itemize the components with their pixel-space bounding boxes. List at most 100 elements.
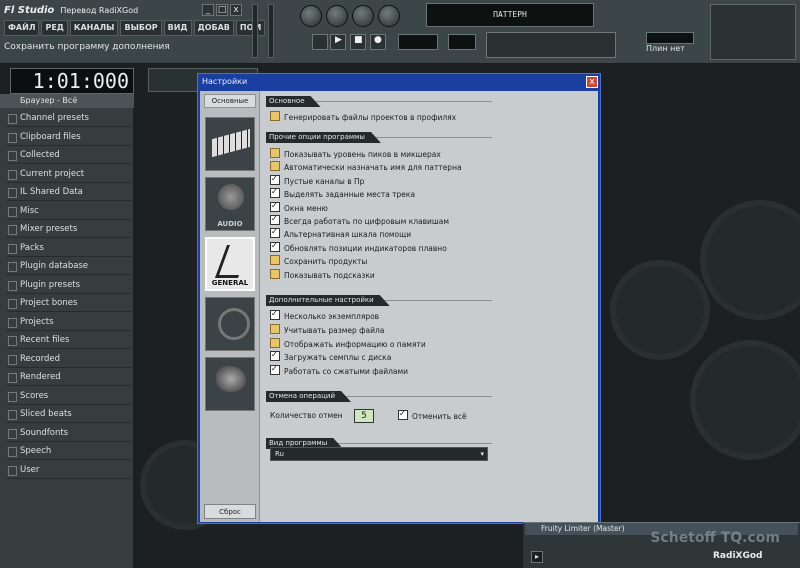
pattern-number-display[interactable] — [448, 34, 476, 50]
tempo-knob[interactable] — [300, 5, 322, 27]
level-knob[interactable] — [352, 5, 374, 27]
browser-item[interactable]: Recorded — [6, 351, 132, 368]
plugin-selector[interactable] — [646, 32, 694, 44]
browser-item[interactable]: Current project — [6, 166, 132, 183]
tempo-display[interactable] — [398, 34, 438, 50]
checkbox[interactable] — [270, 308, 280, 320]
minimize-button[interactable]: _ — [202, 4, 214, 16]
checkbox[interactable] — [270, 337, 280, 348]
record-button[interactable]: ● — [370, 34, 386, 50]
browser-item[interactable]: Rendered — [6, 369, 132, 386]
general-option[interactable]: Генерировать файлы проектов в профилях — [270, 111, 456, 123]
limiter-arrow-button[interactable]: ▸ — [531, 551, 543, 563]
pattern-mode-button[interactable] — [312, 34, 328, 50]
browser-item[interactable]: Plugin presets — [6, 277, 132, 294]
extra-option[interactable]: Загружать семплы с диска — [270, 349, 391, 363]
dialog-close-button[interactable]: x — [586, 76, 598, 88]
browser-item[interactable]: Plugin database — [6, 258, 132, 275]
extra-option[interactable]: Работать со сжатыми файлами — [270, 363, 408, 377]
undo-all-check[interactable] — [398, 408, 408, 420]
misc-option[interactable]: Автоматически назначать имя для паттерна — [270, 161, 462, 173]
browser-item[interactable]: Sliced beats — [6, 406, 132, 423]
menu-edit[interactable]: РЕД — [41, 20, 68, 36]
checkbox[interactable] — [270, 268, 280, 279]
folder-icon — [8, 428, 17, 439]
snap-toolbar[interactable] — [486, 32, 616, 58]
misc-option[interactable]: Сохранить продукты — [270, 255, 367, 267]
browser-item-label: Collected — [20, 150, 60, 160]
extra-option[interactable]: Несколько экземпляров — [270, 308, 379, 322]
browser-item[interactable]: Collected — [6, 147, 132, 164]
extra-option[interactable]: Учитывать размер файла — [270, 323, 384, 336]
browser-item[interactable]: User — [6, 462, 132, 479]
tab-audio[interactable]: AUDIO — [205, 177, 255, 231]
undo-levels-stepper[interactable]: 5 — [354, 409, 374, 423]
song-time-display[interactable]: 1:01:000 — [10, 68, 134, 94]
maximize-button[interactable]: □ — [216, 4, 228, 16]
menu-file[interactable]: ФАЙЛ — [4, 20, 40, 36]
browser-item-label: Recent files — [20, 335, 70, 345]
checkbox[interactable] — [270, 200, 280, 212]
checkbox[interactable] — [270, 255, 280, 266]
checkbox[interactable] — [270, 323, 280, 334]
menu-add[interactable]: ДОБАВ — [193, 20, 234, 36]
menu-view[interactable]: ВИД — [163, 20, 192, 36]
browser-item[interactable]: Clipboard files — [6, 129, 132, 146]
browser-item[interactable]: Speech — [6, 443, 132, 460]
menu-select[interactable]: ВЫБОР — [120, 20, 162, 36]
browser-item-label: Plugin database — [20, 261, 89, 271]
misc-option[interactable]: Обновлять позиции индикаторов плавно — [270, 240, 447, 254]
checkbox[interactable] — [270, 240, 280, 252]
browser-header[interactable]: Браузер - Всё — [0, 94, 134, 108]
folder-icon — [8, 169, 17, 180]
swing-knob[interactable] — [326, 5, 348, 27]
menu-channels[interactable]: КАНАЛЫ — [69, 20, 119, 36]
checkbox[interactable] — [270, 173, 280, 185]
browser-item[interactable]: Channel presets — [6, 110, 132, 127]
undo-all-checkbox[interactable]: Отменить всё — [398, 408, 467, 422]
tab-file[interactable] — [205, 297, 255, 351]
browser-item[interactable]: Soundfonts — [6, 425, 132, 442]
checkbox[interactable] — [270, 213, 280, 225]
browser-item-label: Recorded — [20, 353, 60, 364]
misc-option[interactable]: Выделять заданные места трека — [270, 186, 415, 200]
extra-option[interactable]: Отображать информацию о памяти — [270, 337, 426, 350]
checkbox[interactable] — [270, 111, 280, 121]
tab-info[interactable] — [205, 357, 255, 411]
close-button[interactable]: x — [230, 4, 242, 16]
stop-button[interactable]: ■ — [350, 34, 366, 50]
tab-general[interactable]: GENERAL — [205, 237, 255, 291]
browser-item[interactable]: Scores — [6, 388, 132, 405]
browser-item[interactable]: IL Shared Data — [6, 184, 132, 201]
browser-item[interactable]: Packs — [6, 240, 132, 257]
browser-item[interactable]: Projects — [6, 314, 132, 331]
checkbox[interactable] — [270, 161, 280, 172]
misc-option[interactable]: Альтернативная шкала помощи — [270, 226, 411, 240]
browser-item[interactable]: Mixer presets — [6, 221, 132, 238]
browser-item[interactable]: Recent files — [6, 332, 132, 349]
misc-option[interactable]: Показывать подсказки — [270, 268, 375, 281]
checkbox[interactable] — [270, 148, 280, 158]
reset-button[interactable]: Сброс — [204, 504, 256, 519]
checkbox[interactable] — [270, 186, 280, 199]
misc-option[interactable]: Всегда работать по цифровым клавишам — [270, 213, 449, 227]
checkbox[interactable] — [270, 363, 280, 376]
folder-icon — [8, 206, 17, 217]
checkbox[interactable] — [270, 226, 280, 239]
browser-item[interactable]: Project bones — [6, 295, 132, 312]
menu-help[interactable]: ПОМ — [235, 20, 266, 36]
master-volume-slider[interactable] — [252, 4, 258, 58]
folder-icon — [8, 225, 17, 235]
checkbox[interactable] — [270, 349, 280, 362]
misc-option[interactable]: Окна меню — [270, 200, 328, 214]
tab-midi[interactable] — [205, 117, 255, 171]
misc-option[interactable]: Показывать уровень пиков в микшерах — [270, 148, 441, 160]
option-label: Автоматически назначать имя для паттерна — [284, 163, 462, 173]
language-select[interactable]: Ru ▾ — [270, 447, 488, 461]
master-pitch-slider[interactable] — [268, 4, 274, 58]
pan-knob[interactable] — [378, 5, 400, 27]
pattern-selector[interactable]: ПАТТЕРН — [426, 3, 594, 27]
play-button[interactable]: ▶ — [330, 34, 346, 50]
browser-item[interactable]: Misc — [6, 203, 132, 220]
misc-option[interactable]: Пустые каналы в Пр — [270, 173, 364, 187]
